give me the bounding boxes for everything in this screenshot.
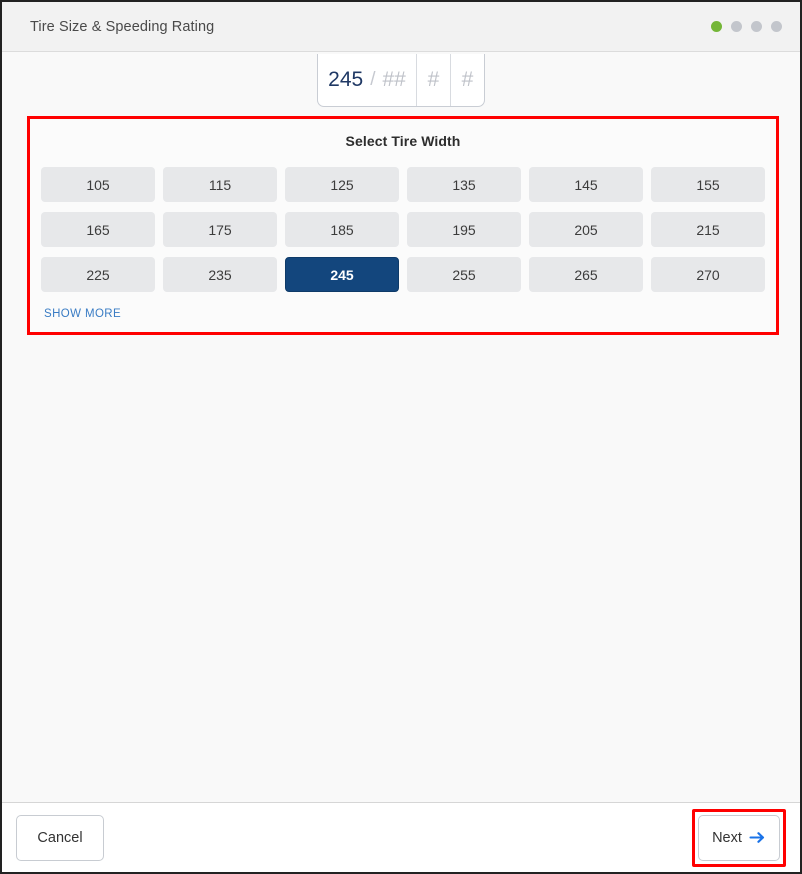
tire-width-option[interactable]: 185: [285, 212, 399, 247]
tire-width-option[interactable]: 270: [651, 257, 765, 292]
show-more-link[interactable]: SHOW MORE: [44, 308, 121, 320]
tire-width-option[interactable]: 195: [407, 212, 521, 247]
tire-width-option-grid: 105 115 125 135 145 155 165 175 185 195 …: [38, 167, 768, 292]
progress-step-dots: [711, 21, 782, 32]
tire-width-segment[interactable]: 245 / ##: [318, 54, 416, 106]
tire-speed-rating-segment[interactable]: #: [450, 54, 484, 106]
tire-width-option[interactable]: 235: [163, 257, 277, 292]
tire-width-option[interactable]: 225: [41, 257, 155, 292]
tire-width-option[interactable]: 135: [407, 167, 521, 202]
tire-width-option[interactable]: 265: [529, 257, 643, 292]
tire-width-option[interactable]: 175: [163, 212, 277, 247]
tire-width-option-selected[interactable]: 245: [285, 257, 399, 292]
next-button[interactable]: Next: [698, 814, 780, 861]
panel-title: Select Tire Width: [345, 133, 461, 149]
tire-size-display[interactable]: 245 / ## # #: [317, 54, 485, 107]
tire-width-option[interactable]: 115: [163, 167, 277, 202]
tire-width-value: 245: [328, 68, 364, 91]
next-button-label: Next: [712, 829, 742, 846]
tire-width-option[interactable]: 105: [41, 167, 155, 202]
tire-diameter-placeholder: #: [427, 68, 440, 91]
content-area: 245 / ## # # Select Tire Width 105 115 1…: [2, 52, 800, 802]
step-dot-4: [771, 21, 782, 32]
tire-width-option[interactable]: 145: [529, 167, 643, 202]
tire-width-option[interactable]: 205: [529, 212, 643, 247]
footer-bar: Cancel Next: [2, 802, 800, 872]
tire-width-option[interactable]: 125: [285, 167, 399, 202]
step-dot-2: [731, 21, 742, 32]
tire-diameter-segment[interactable]: #: [416, 54, 450, 106]
cancel-button[interactable]: Cancel: [16, 814, 104, 861]
tire-aspect-placeholder: ##: [382, 68, 406, 91]
app-window: Tire Size & Speeding Rating 245 / ## # #…: [0, 0, 802, 874]
tire-width-option[interactable]: 155: [651, 167, 765, 202]
tire-size-display-wrapper: 245 / ## # #: [2, 52, 800, 107]
step-dot-3: [751, 21, 762, 32]
tire-width-option[interactable]: 165: [41, 212, 155, 247]
tire-width-panel: Select Tire Width 105 115 125 135 145 15…: [27, 116, 779, 335]
arrow-right-icon: [749, 830, 766, 845]
tire-width-option[interactable]: 255: [407, 257, 521, 292]
step-dot-1: [711, 21, 722, 32]
tire-width-option[interactable]: 215: [651, 212, 765, 247]
next-button-highlight: Next: [692, 808, 786, 867]
page-title: Tire Size & Speeding Rating: [30, 18, 215, 35]
tire-speed-rating-placeholder: #: [461, 68, 474, 91]
size-separator: /: [370, 69, 376, 90]
window-titlebar: Tire Size & Speeding Rating: [2, 2, 800, 52]
